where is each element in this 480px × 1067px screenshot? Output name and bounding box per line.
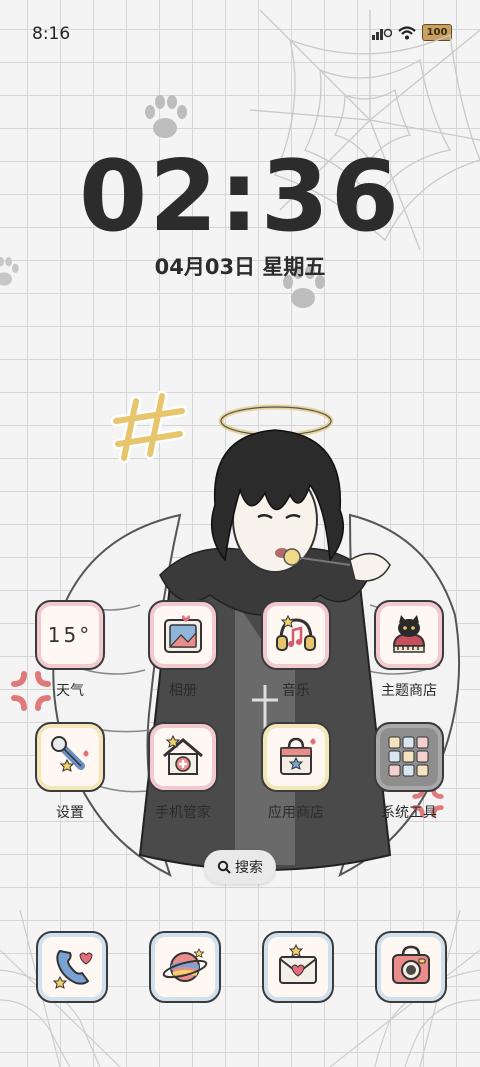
app-label: 手机管家 — [155, 805, 211, 821]
app-label: 天气 — [56, 683, 84, 699]
dock-phone-app[interactable] — [36, 931, 108, 1003]
lock-clock: 02:36 — [79, 140, 401, 254]
camera-icon — [392, 945, 430, 984]
paw-print-icon — [145, 95, 187, 138]
status-time: 8:16 — [32, 24, 71, 44]
app-store-icon[interactable] — [261, 722, 331, 792]
app-system-tools[interactable]: 系统工具 — [364, 722, 454, 822]
app-settings[interactable]: 设置 — [25, 722, 115, 822]
app-weather[interactable]: 15° 天气 — [25, 600, 115, 700]
messages-icon — [279, 943, 317, 984]
app-music[interactable]: 音乐 — [251, 600, 341, 700]
phone-manager-icon[interactable] — [148, 722, 218, 792]
app-gallery[interactable]: 相册 — [138, 600, 228, 700]
weather-temperature: 15° — [47, 623, 93, 647]
dock-browser-app[interactable] — [149, 931, 221, 1003]
app-phone-manager[interactable]: 手机管家 — [138, 722, 228, 822]
app-label: 设置 — [56, 805, 84, 821]
app-label: 相册 — [169, 683, 197, 699]
gallery-icon[interactable] — [148, 600, 218, 670]
app-theme-store[interactable]: 主题商店 — [364, 600, 454, 700]
search-icon — [217, 860, 231, 874]
app-app-store[interactable]: 应用商店 — [251, 722, 341, 822]
hashtag-sticker-icon — [110, 390, 188, 464]
app-label: 主题商店 — [381, 683, 437, 699]
theme-store-icon[interactable] — [374, 600, 444, 670]
dock-camera-app[interactable] — [375, 931, 447, 1003]
music-icon[interactable] — [261, 600, 331, 670]
search-button[interactable]: 搜索 — [204, 850, 276, 884]
weather-icon[interactable]: 15° — [35, 600, 105, 670]
app-label: 应用商店 — [268, 805, 324, 821]
lock-date: 04月03日 星期五 — [154, 255, 326, 279]
settings-icon[interactable] — [35, 722, 105, 792]
dock-messages-app[interactable] — [262, 931, 334, 1003]
phone-icon — [52, 949, 93, 989]
app-label: 音乐 — [282, 683, 310, 699]
search-label: 搜索 — [235, 860, 263, 876]
app-label: 系统工具 — [381, 805, 437, 821]
system-tools-folder-icon[interactable] — [374, 722, 444, 792]
planet-icon — [162, 948, 208, 982]
